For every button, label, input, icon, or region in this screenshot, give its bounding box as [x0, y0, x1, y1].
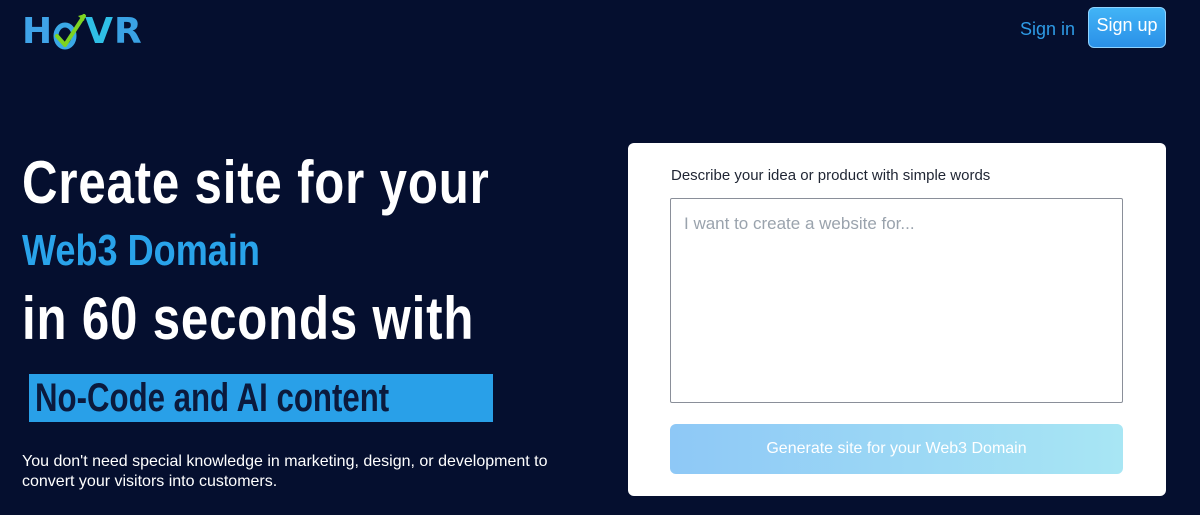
- idea-textarea[interactable]: [670, 198, 1123, 403]
- logo-check-icon: [53, 12, 87, 52]
- sign-in-link[interactable]: Sign in: [1020, 16, 1075, 42]
- hero-headline: Create site for your Web3 Domain in 60 s…: [22, 148, 592, 422]
- hero-line-4: No-Code and AI content: [35, 376, 390, 420]
- logo-letter-r: R: [114, 11, 143, 52]
- idea-form-card: Describe your idea or product with simpl…: [628, 143, 1166, 496]
- logo-letter-v: V: [85, 11, 115, 52]
- idea-input-label: Describe your idea or product with simpl…: [671, 167, 991, 184]
- hero-line-1: Create site for your: [22, 149, 490, 216]
- logo[interactable]: H V R: [22, 8, 143, 52]
- hero-highlight: No-Code and AI content: [29, 374, 493, 422]
- sign-up-button[interactable]: Sign up: [1088, 7, 1166, 48]
- logo-letter-h: H: [22, 11, 54, 52]
- generate-site-button[interactable]: Generate site for your Web3 Domain: [670, 424, 1123, 474]
- hero-line-2: Web3 Domain: [22, 226, 260, 275]
- hero-line-3: in 60 seconds with: [22, 285, 475, 352]
- hero-subtext: You don't need special knowledge in mark…: [22, 453, 548, 490]
